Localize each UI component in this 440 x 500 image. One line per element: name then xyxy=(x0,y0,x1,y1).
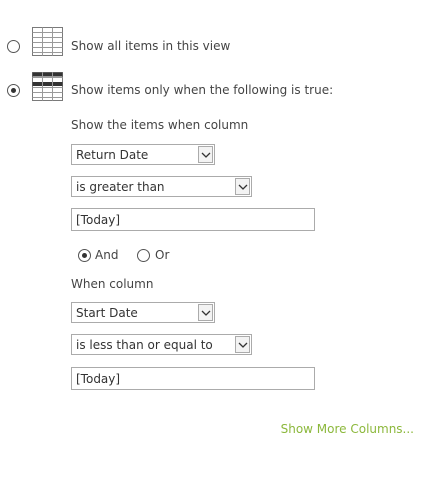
and-radio[interactable] xyxy=(78,249,91,262)
filter2-column-select[interactable]: Start Date xyxy=(71,302,215,323)
filter1-value-text: [Today] xyxy=(76,213,121,227)
filter1-operator-value: is greater than xyxy=(76,180,165,194)
or-label: Or xyxy=(155,248,170,262)
and-label: And xyxy=(95,248,119,262)
filter2-heading: When column xyxy=(71,277,154,291)
chevron-down-icon xyxy=(201,310,211,316)
filter1-column-select[interactable]: Return Date xyxy=(71,144,215,165)
show-all-label: Show all items in this view xyxy=(71,39,231,53)
filter1-operator-select[interactable]: is greater than xyxy=(71,176,252,197)
chevron-down-icon xyxy=(238,184,248,190)
chevron-down-icon xyxy=(238,342,248,348)
or-radio[interactable] xyxy=(137,249,150,262)
show-more-columns-link[interactable]: Show More Columns... xyxy=(281,422,414,436)
filter2-operator-select[interactable]: is less than or equal to xyxy=(71,334,252,355)
radio-selected-dot xyxy=(82,253,87,258)
filter1-value-input[interactable]: [Today] xyxy=(71,208,315,231)
filter2-value-input[interactable]: [Today] xyxy=(71,367,315,390)
filter1-operator-dropdown[interactable] xyxy=(235,178,250,195)
show-filtered-radio[interactable] xyxy=(7,84,20,97)
filter2-value-text: [Today] xyxy=(76,372,121,386)
filter1-column-dropdown[interactable] xyxy=(198,146,213,163)
filter1-heading: Show the items when column xyxy=(71,118,249,132)
filter2-operator-dropdown[interactable] xyxy=(235,336,250,353)
show-all-radio[interactable] xyxy=(7,40,20,53)
show-filtered-label: Show items only when the following is tr… xyxy=(71,83,334,97)
table-filtered-icon xyxy=(32,72,63,101)
filter2-column-value: Start Date xyxy=(76,306,138,320)
filter2-operator-value: is less than or equal to xyxy=(76,338,213,352)
table-all-icon xyxy=(32,27,63,56)
chevron-down-icon xyxy=(201,152,211,158)
filter1-column-value: Return Date xyxy=(76,148,149,162)
radio-selected-dot xyxy=(11,88,16,93)
filter2-column-dropdown[interactable] xyxy=(198,304,213,321)
